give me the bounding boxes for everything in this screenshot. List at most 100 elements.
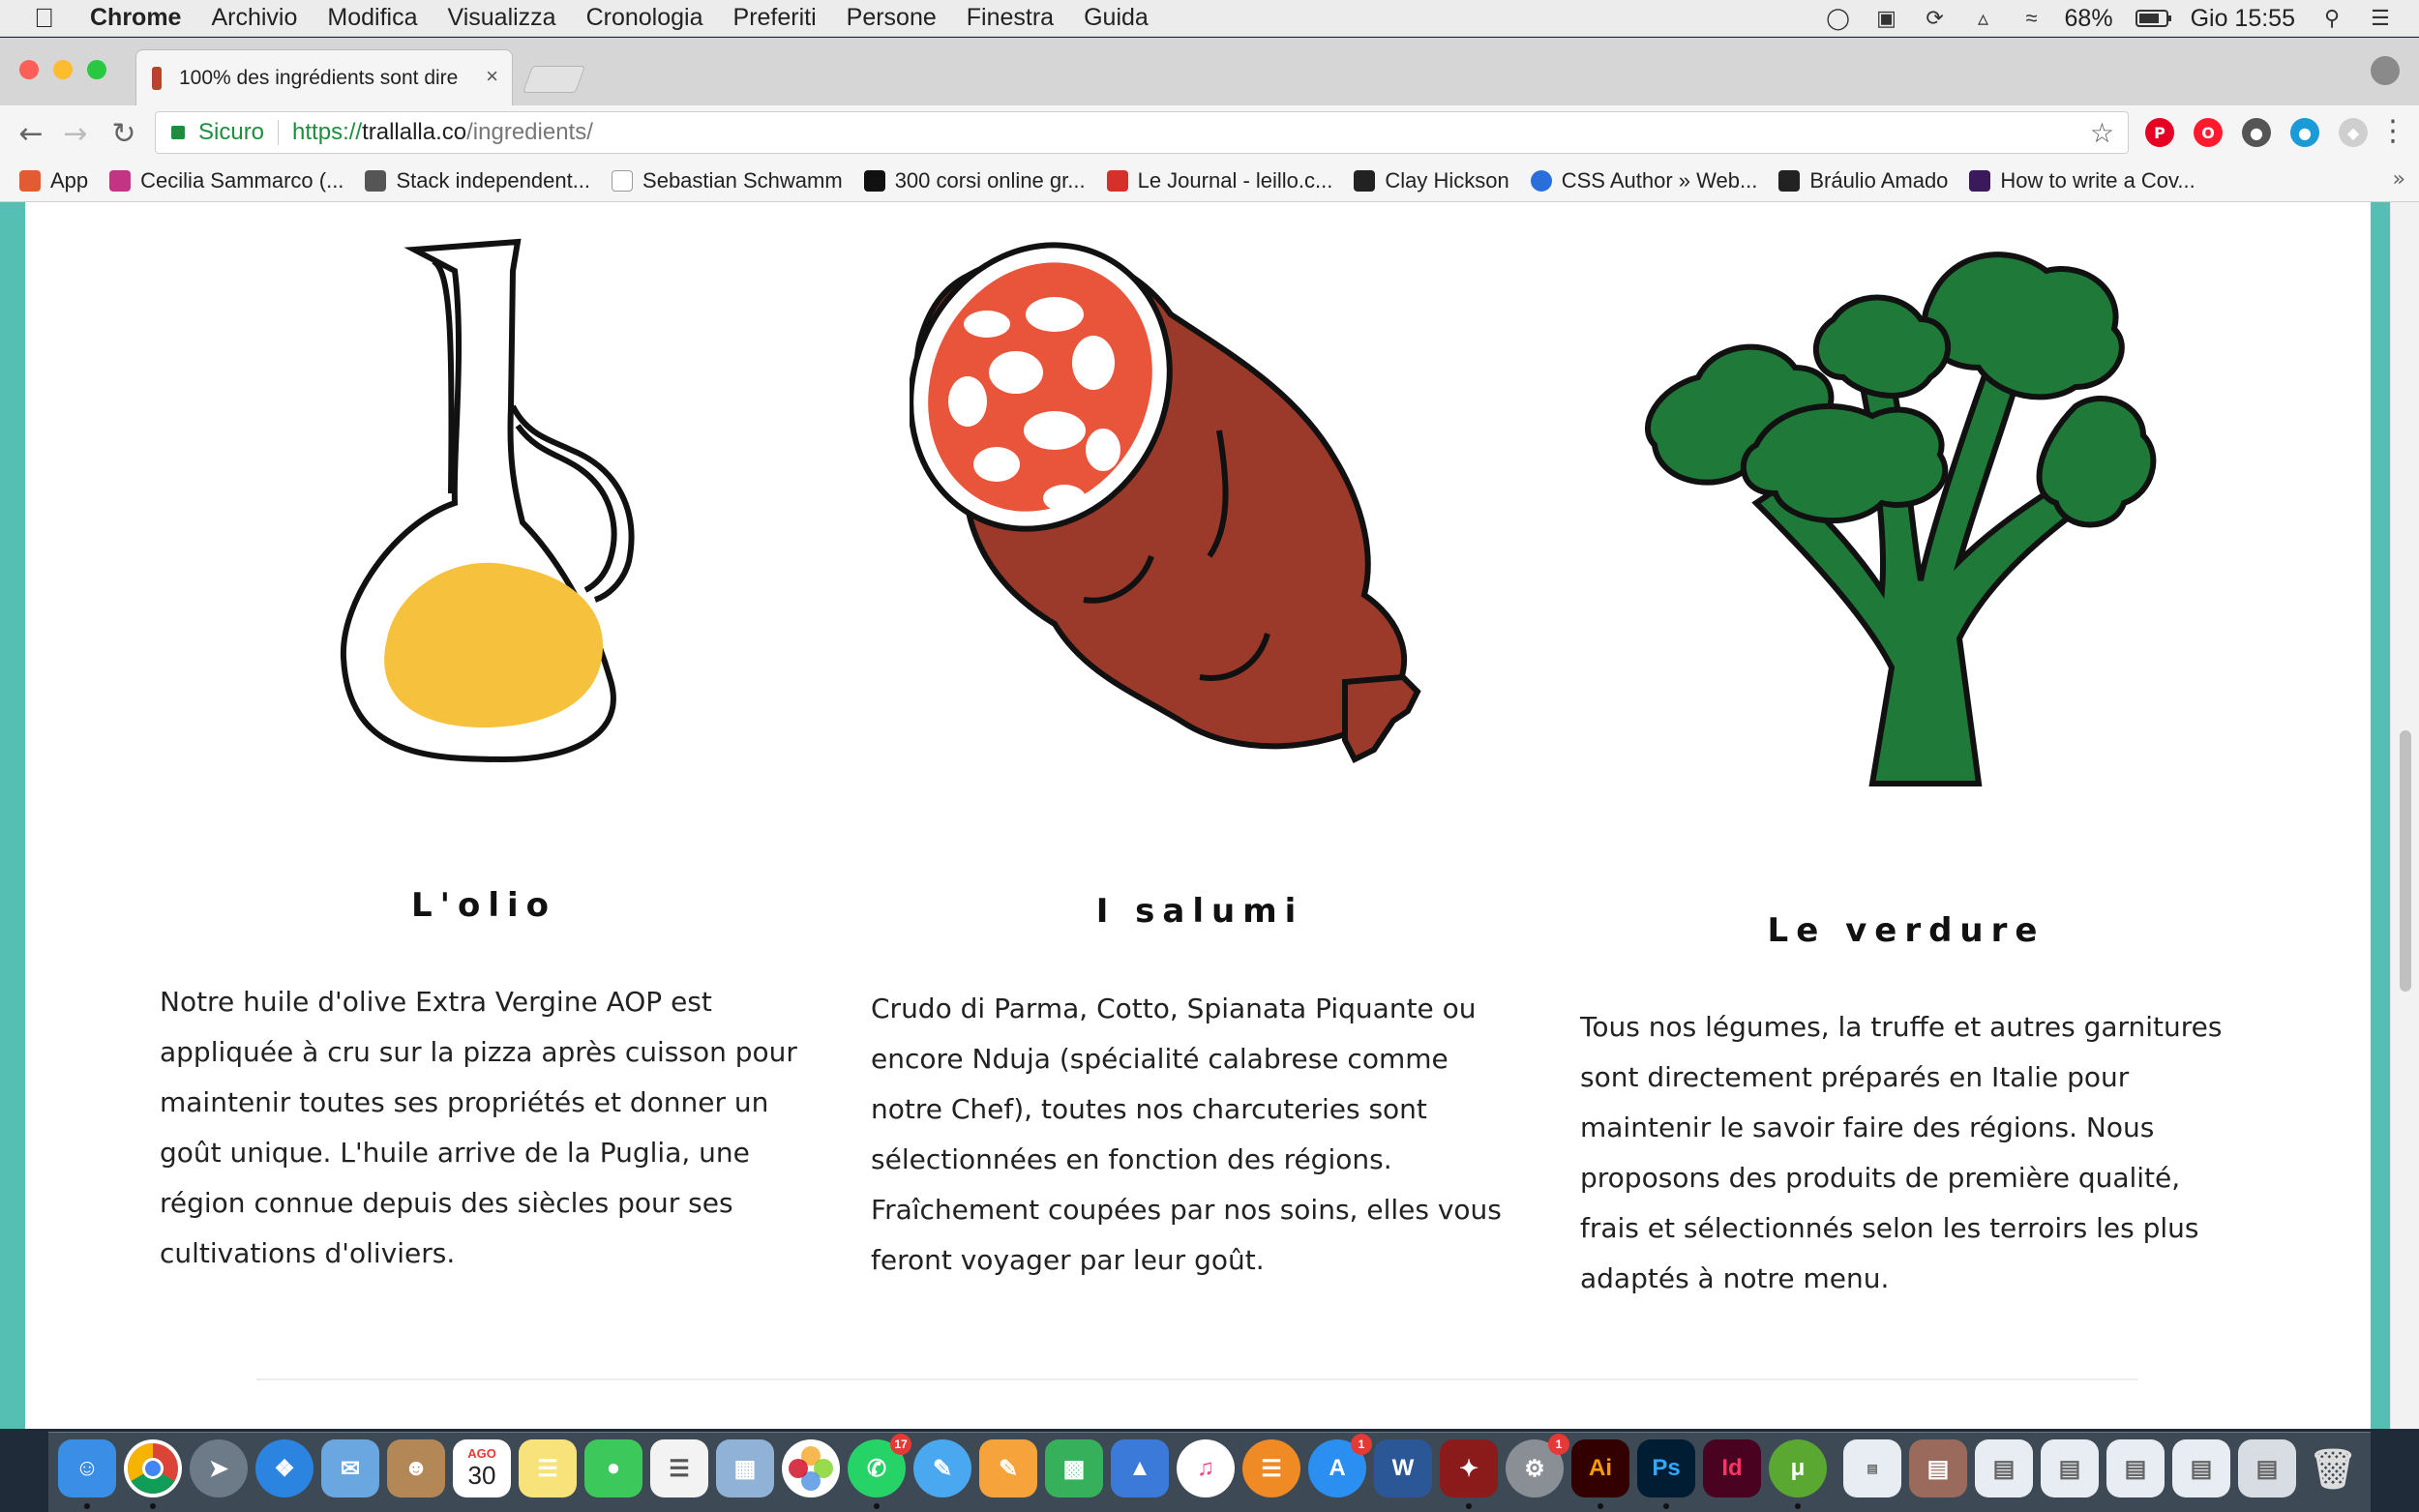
- mail-icon[interactable]: ✉: [321, 1439, 379, 1497]
- incognito-extension-icon[interactable]: ●: [2242, 118, 2271, 147]
- chrome-menu-icon[interactable]: ⋮: [2378, 114, 2407, 148]
- acrobat-icon[interactable]: ✦: [1440, 1439, 1498, 1509]
- spotlight-search-icon[interactable]: ⚲: [2316, 6, 2347, 31]
- word-icon[interactable]: W: [1374, 1439, 1432, 1497]
- opera-extension-icon[interactable]: O: [2194, 118, 2223, 147]
- menu-app-name[interactable]: Chrome: [90, 4, 181, 32]
- preview-icon[interactable]: ▦: [716, 1439, 774, 1497]
- bookmark-cover-letter[interactable]: How to write a Cov...: [1969, 168, 2195, 193]
- indesign-icon[interactable]: Id: [1703, 1439, 1761, 1497]
- dropbox-extension-icon[interactable]: ◆: [2339, 118, 2368, 147]
- scrollbar-thumb[interactable]: [2400, 730, 2411, 992]
- heading-verdure: Le verdure: [1767, 911, 2046, 950]
- contacts-icon[interactable]: ☻: [387, 1439, 445, 1497]
- jpeg-file-icon[interactable]: ▤: [1843, 1439, 1901, 1497]
- window-close-button[interactable]: [19, 60, 39, 79]
- trash-icon[interactable]: 🗑: [2304, 1439, 2362, 1497]
- itunes-icon[interactable]: ♫: [1177, 1439, 1235, 1497]
- clock[interactable]: Gio 15:55: [2191, 5, 2295, 33]
- bookmark-app[interactable]: App: [19, 168, 88, 193]
- text-olio: Notre huile d'olive Extra Vergine AOP es…: [160, 986, 797, 1269]
- bookmark-braulio-amado[interactable]: Bráulio Amado: [1778, 168, 1948, 193]
- apple-menu-icon[interactable]: : [34, 3, 63, 34]
- menu-finestra[interactable]: Finestra: [967, 4, 1054, 32]
- menu-visualizza[interactable]: Visualizza: [447, 4, 555, 32]
- lightning-icon: [1354, 169, 1376, 192]
- sync-icon[interactable]: ⟳: [1920, 6, 1951, 31]
- window-minimize-button[interactable]: [53, 60, 73, 79]
- calendar-icon[interactable]: AGO 30: [453, 1439, 511, 1497]
- photoshop-icon[interactable]: Ps: [1637, 1439, 1695, 1509]
- tab-close-icon[interactable]: ×: [486, 64, 498, 89]
- keynote-icon[interactable]: ▲: [1111, 1439, 1169, 1497]
- creative-cloud-icon[interactable]: ◯: [1823, 6, 1854, 31]
- text-salumi: Crudo di Parma, Cotto, Spianata Piquante…: [871, 993, 1502, 1276]
- illustrator-icon[interactable]: Ai: [1571, 1439, 1629, 1509]
- menu-persone[interactable]: Persone: [847, 4, 937, 32]
- salami-icon: [910, 242, 1421, 764]
- menu-cronologia[interactable]: Cronologia: [586, 4, 703, 32]
- wifi-icon[interactable]: ≈: [2016, 6, 2047, 31]
- menubar-status-area: ◯ ▣ ⟳ ▵ ≈ 68% Gio 15:55 ⚲ ☰: [1823, 0, 2419, 37]
- system-preferences-icon[interactable]: ⚙ 1: [1506, 1434, 1569, 1497]
- secure-label: Sicuro: [198, 119, 265, 145]
- app-store-icon[interactable]: A1: [1308, 1434, 1372, 1497]
- battery-icon[interactable]: [2135, 6, 2173, 31]
- profile-avatar-icon[interactable]: [2371, 56, 2400, 85]
- messages-icon[interactable]: ✎: [913, 1439, 971, 1497]
- launchpad-icon[interactable]: ➤: [190, 1439, 248, 1497]
- square-logo-icon: [1778, 169, 1801, 192]
- window-zoom-button[interactable]: [87, 60, 106, 79]
- bookmark-sebastian[interactable]: Sebastian Schwamm: [612, 168, 843, 193]
- photo-thumbnail-icon[interactable]: ▤: [1909, 1439, 1967, 1497]
- jpeg-file-icon-3[interactable]: ▤: [2106, 1439, 2165, 1497]
- numbers-icon[interactable]: ▩: [1045, 1439, 1103, 1497]
- menu-modifica[interactable]: Modifica: [327, 4, 417, 32]
- chrome-icon[interactable]: [124, 1439, 182, 1509]
- menu-preferiti[interactable]: Preferiti: [733, 4, 817, 32]
- bookmark-clay-hickson[interactable]: Clay Hickson: [1354, 168, 1509, 193]
- jpeg-file-icon-4[interactable]: ▤: [2172, 1439, 2230, 1497]
- jpeg-file-icon-2[interactable]: ▤: [1975, 1439, 2033, 1497]
- display-icon[interactable]: ▣: [1871, 6, 1902, 31]
- menu-guida[interactable]: Guida: [1084, 4, 1149, 32]
- system-preferences-badge: 1: [1548, 1434, 1569, 1455]
- facetime-icon[interactable]: ●: [584, 1439, 642, 1497]
- tab-title: 100% des ingrédients sont dire: [179, 66, 459, 89]
- calendar-day: 30: [467, 1461, 496, 1490]
- bookmarks-overflow-icon[interactable]: »: [2393, 167, 2405, 192]
- airplay-icon[interactable]: ▵: [1968, 6, 1999, 31]
- pinterest-extension-icon[interactable]: P: [2145, 118, 2174, 147]
- new-tab-button[interactable]: [522, 66, 586, 93]
- finder-icon[interactable]: ☺: [58, 1439, 116, 1509]
- forward-arrow-icon[interactable]: →: [56, 114, 95, 153]
- menu-archivio[interactable]: Archivio: [211, 4, 297, 32]
- reload-icon[interactable]: ↻: [105, 114, 143, 153]
- indesign-label: Id: [1721, 1455, 1743, 1481]
- battery-percentage[interactable]: 68%: [2065, 5, 2113, 33]
- url-host: trallalla.co: [362, 119, 467, 145]
- url-path: /ingredients/: [466, 119, 593, 145]
- notification-center-icon[interactable]: ☰: [2365, 6, 2396, 31]
- drop-extension-icon[interactable]: ●: [2290, 118, 2319, 147]
- whatsapp-icon[interactable]: ✆ 17: [848, 1434, 911, 1509]
- bookmark-le-journal[interactable]: Le Journal - leillo.c...: [1106, 168, 1332, 193]
- notes-icon[interactable]: ☰: [519, 1439, 577, 1497]
- bookmark-cecilia[interactable]: Cecilia Sammarco (...: [109, 168, 343, 193]
- utorrent-icon[interactable]: μ: [1769, 1439, 1827, 1509]
- photos-icon[interactable]: [782, 1439, 840, 1497]
- png-file-icon[interactable]: ▤: [2041, 1439, 2099, 1497]
- calendar-month: AGO: [467, 1446, 496, 1461]
- bookmark-css-author[interactable]: CSS Author » Web...: [1530, 168, 1757, 193]
- pages-icon[interactable]: ✎: [979, 1439, 1037, 1497]
- active-tab[interactable]: 100% des ingrédients sont dire ×: [135, 49, 513, 105]
- bookmark-stack[interactable]: Stack independent...: [365, 168, 590, 193]
- ibooks-icon[interactable]: ☰: [1242, 1439, 1300, 1497]
- safari-icon[interactable]: ❖: [255, 1439, 314, 1497]
- reminders-icon[interactable]: ☰: [650, 1439, 708, 1497]
- downloads-stack-icon[interactable]: ▤: [2238, 1439, 2296, 1497]
- bookmark-300-corsi[interactable]: 300 corsi online gr...: [863, 168, 1086, 193]
- address-bar[interactable]: Sicuro https:// trallalla.co /ingredient…: [155, 111, 2129, 154]
- back-arrow-icon[interactable]: ←: [12, 114, 50, 153]
- bookmark-star-icon[interactable]: ☆: [2090, 117, 2114, 149]
